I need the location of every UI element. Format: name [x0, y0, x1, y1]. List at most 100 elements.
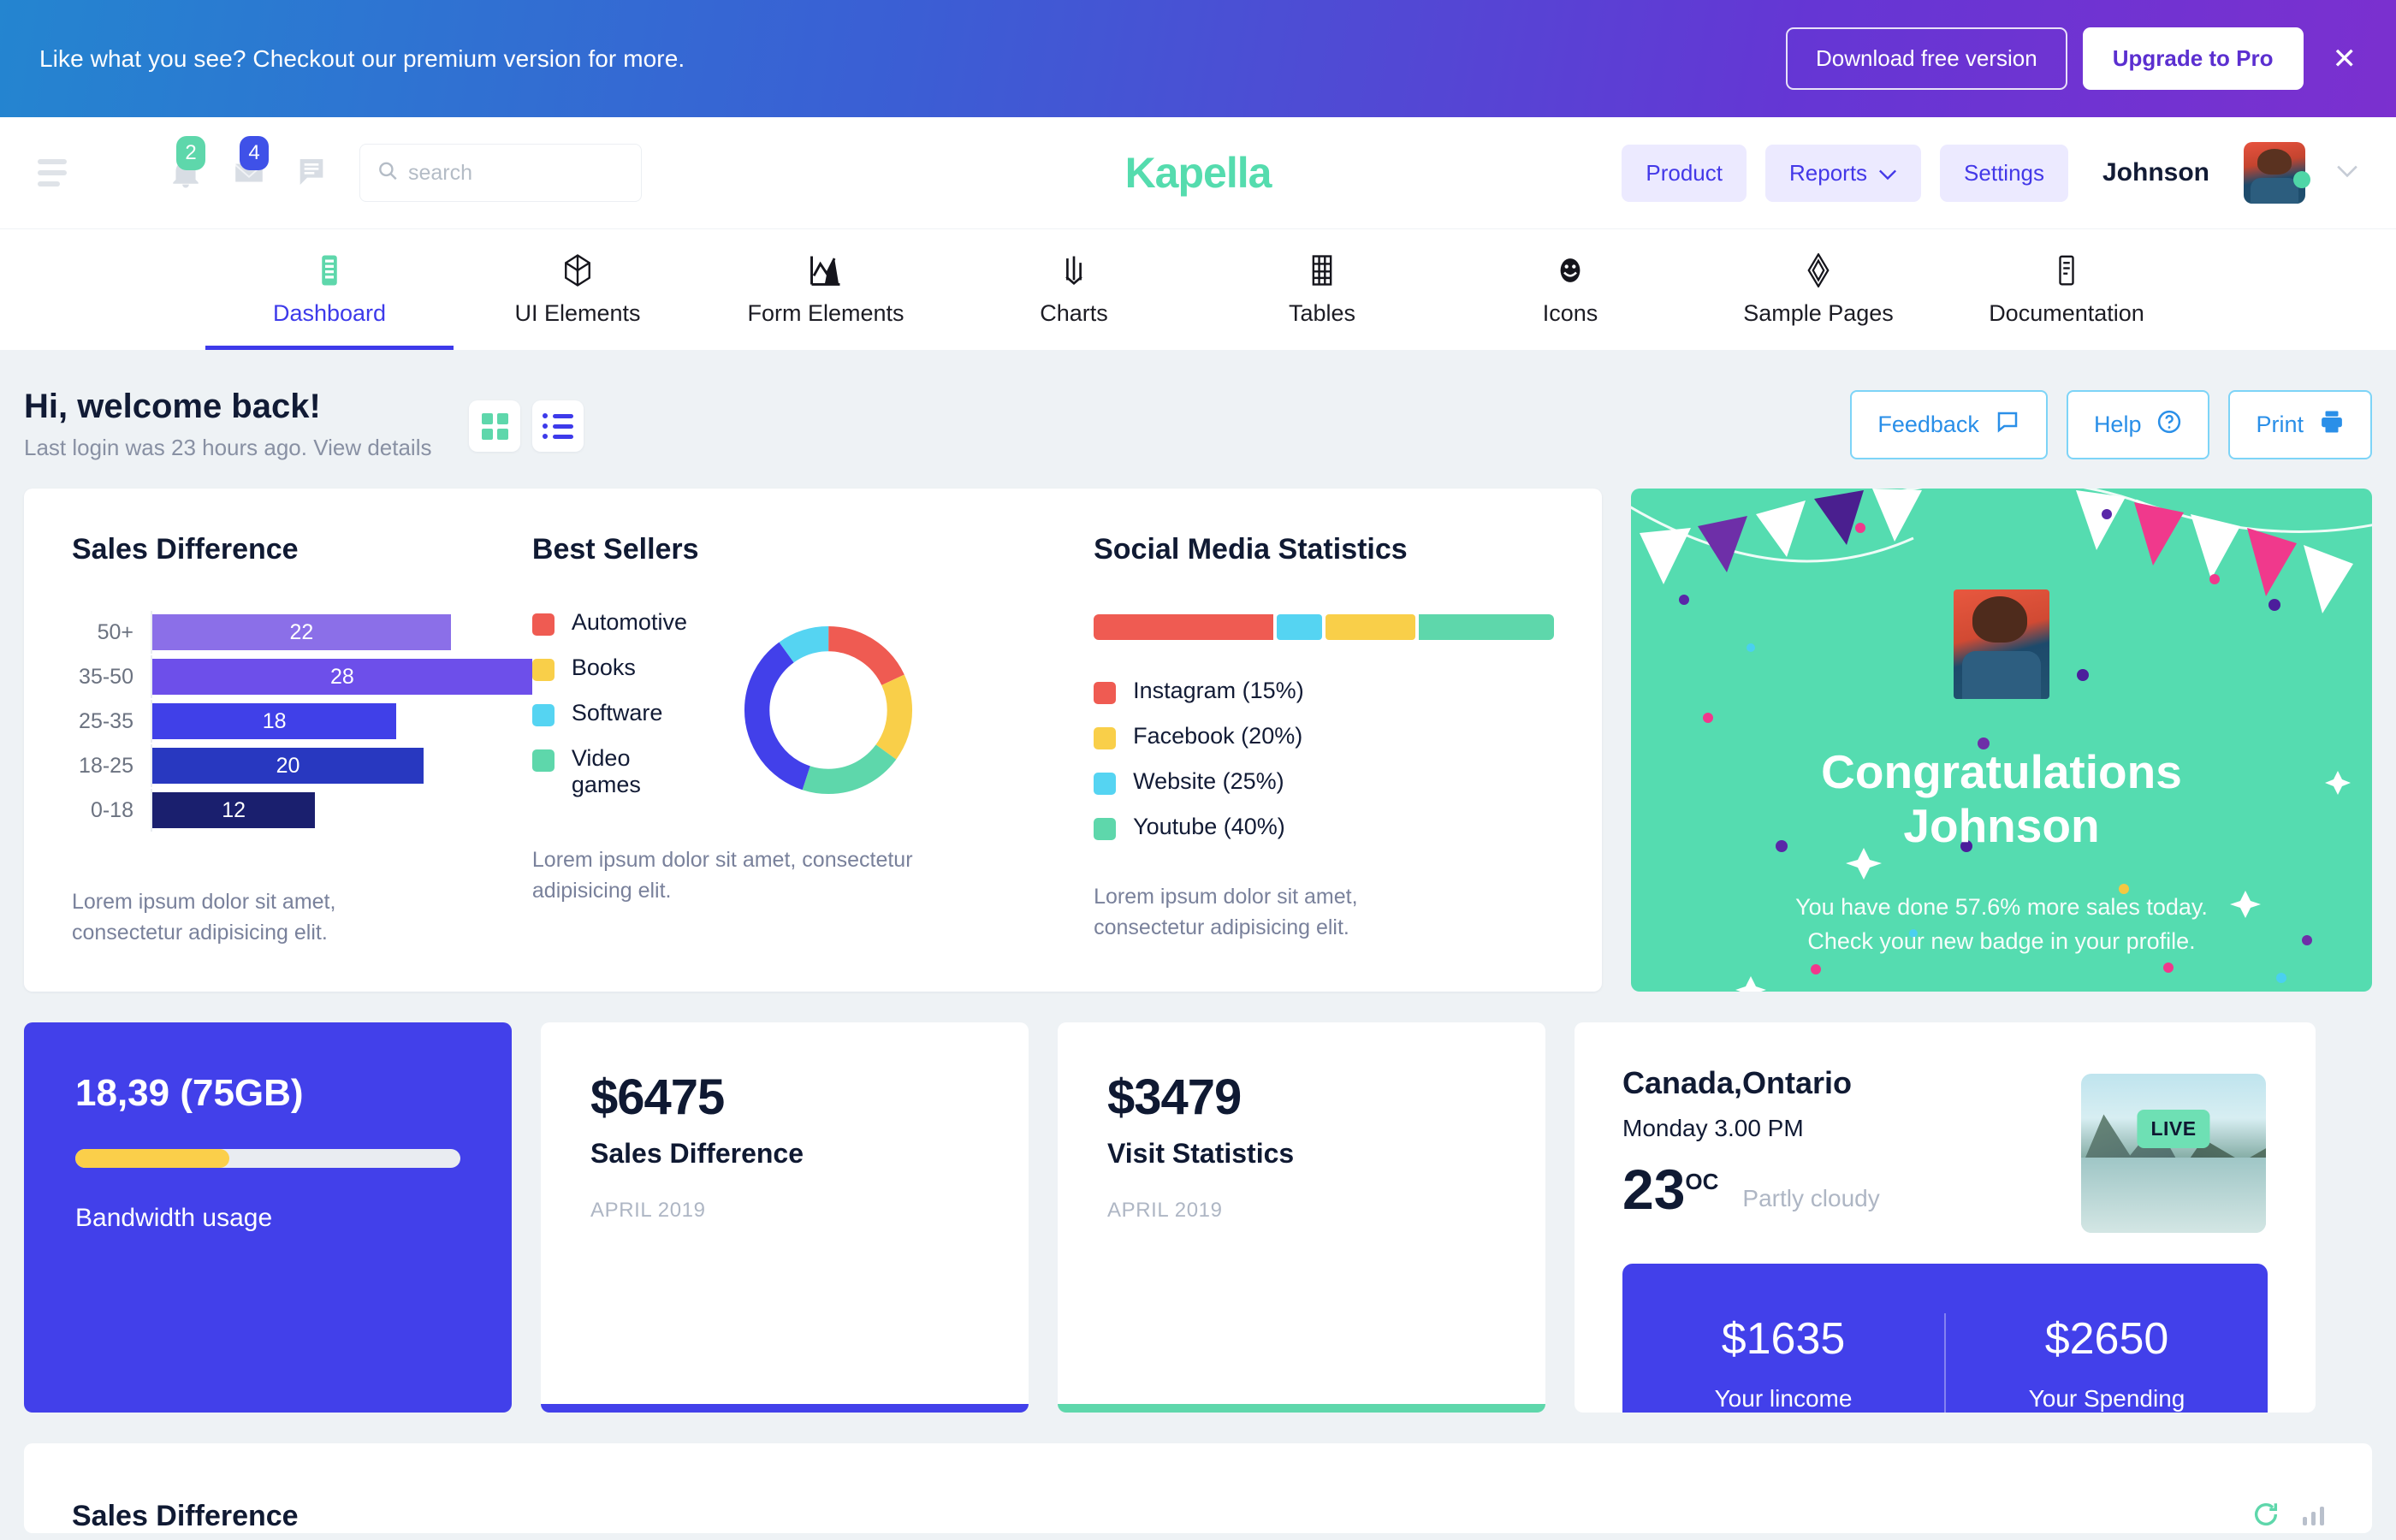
tab-documentation[interactable]: Documentation [1942, 229, 2191, 350]
avatar[interactable] [2244, 142, 2310, 204]
smiley-icon [1555, 252, 1586, 288]
spending-label: Your Spending [2028, 1384, 2185, 1412]
menu-toggle-icon[interactable] [38, 159, 67, 187]
upgrade-to-pro-button[interactable]: Upgrade to Pro [2082, 27, 2304, 90]
bottom-card-actions [2251, 1500, 2324, 1533]
tab-icons-label: Icons [1542, 300, 1598, 326]
dashboard-row-3: Sales Difference [24, 1442, 2372, 1533]
dashboard-row-2: 18,39 (75GB) Bandwidth usage $6475 Sales… [24, 1022, 2372, 1413]
legend-label: Facebook (20%) [1133, 723, 1303, 749]
bar-category-label: 50+ [97, 619, 133, 644]
help-button[interactable]: Help [2066, 389, 2210, 459]
nav-button-product-label: Product [1646, 159, 1723, 186]
printer-icon [2319, 410, 2345, 440]
bandwidth-value: 18,39 (75GB) [75, 1071, 304, 1114]
online-status-dot [2293, 171, 2310, 188]
user-name: Johnson [2102, 158, 2209, 187]
social-media-title: Social Media Statistics [1094, 533, 1408, 566]
legend-swatch [531, 659, 555, 681]
legend-label: Software [571, 700, 663, 726]
tab-tables[interactable]: Tables [1198, 229, 1446, 350]
grid-view-button[interactable] [469, 400, 521, 452]
legend-swatch [1094, 818, 1117, 840]
document-list-icon [317, 252, 342, 288]
legend-swatch [1094, 727, 1117, 749]
bar-category-label: 25-35 [79, 708, 133, 733]
best-sellers-legend: Automotive Books Software Video games [531, 609, 700, 798]
bar-track: 20 [151, 744, 532, 787]
social-media-lorem: Lorem ipsum dolor sit amet, consectetur … [1094, 885, 1358, 940]
tab-form-elements-label: Form Elements [747, 300, 904, 326]
search-input[interactable] [359, 144, 642, 202]
tab-sample-pages[interactable]: Sample Pages [1694, 229, 1942, 350]
bar-row: 35-50 28 [72, 655, 532, 698]
list-view-button[interactable] [532, 400, 584, 452]
congratulations-message-line1: You have done 57.6% more sales today. [1795, 893, 2208, 920]
weather-thumbnail: LIVE [2081, 1073, 2266, 1233]
tab-ui-elements[interactable]: UI Elements [454, 229, 702, 350]
best-sellers-content: Automotive Books Software Video games [531, 609, 1094, 808]
legend-swatch [531, 704, 555, 726]
lake-shape [2081, 1157, 2266, 1233]
tab-form-elements[interactable]: Form Elements [702, 229, 950, 350]
visit-statistics-value: $3479 [1107, 1069, 1242, 1125]
tab-icons[interactable]: Icons [1446, 229, 1694, 350]
bar-value: 22 [152, 614, 451, 650]
refresh-icon[interactable] [2251, 1500, 2280, 1533]
weather-condition: Partly cloudy [1742, 1184, 1880, 1211]
user-menu-chevron-down-icon[interactable] [2336, 164, 2358, 182]
bar-row: 0-18 12 [72, 789, 532, 832]
download-free-version-button[interactable]: Download free version [1786, 27, 2067, 90]
chevron-down-icon [1878, 160, 1897, 187]
bar-track: 12 [151, 789, 532, 832]
chat-bubble-icon [1995, 409, 2020, 441]
tab-charts[interactable]: Charts [950, 229, 1198, 350]
sales-difference-title: Sales Difference [72, 533, 299, 566]
chat-icon[interactable] [294, 153, 330, 192]
print-button[interactable]: Print [2228, 389, 2372, 459]
feedback-button-label: Feedback [1877, 411, 1979, 437]
legend-item: Facebook (20%) [1094, 723, 1554, 749]
bar-track: 28 [151, 655, 532, 698]
bar-value: 18 [152, 703, 397, 739]
app-logo[interactable]: Kapella [1125, 148, 1272, 198]
bar-category-label: 0-18 [90, 797, 133, 822]
social-media-legend: Instagram (15%) Facebook (20%) Website (25… [1094, 678, 1554, 840]
social-media-stacked-bar [1094, 614, 1554, 640]
tab-tables-label: Tables [1288, 300, 1356, 326]
messages-envelope-icon[interactable]: 4 [231, 136, 269, 192]
bandwidth-progress-bar [75, 1148, 460, 1168]
nav-button-settings[interactable]: Settings [1940, 144, 2068, 202]
tab-documentation-label: Documentation [1989, 300, 2144, 326]
income-spending-card: $1635 Your lincome $2650 Your Spending [1622, 1263, 2268, 1413]
tab-dashboard[interactable]: Dashboard [205, 229, 454, 350]
close-icon[interactable]: ✕ [2333, 44, 2357, 74]
legend-item: Automotive [531, 609, 700, 636]
weather-temperature-unit: OC [1685, 1168, 1719, 1194]
notifications-bell-icon[interactable]: 2 [168, 136, 205, 192]
header-right-group: Product Reports Settings Johnson [1622, 142, 2358, 204]
promo-banner: Like what you see? Checkout our premium … [0, 0, 2396, 117]
live-badge: LIVE [2137, 1109, 2210, 1148]
promo-message: Like what you see? Checkout our premium … [39, 44, 685, 72]
search-container [359, 144, 642, 202]
stacked-bar-segment [1094, 614, 1274, 640]
best-sellers-card: Best Sellers Automotive Books Software Vide… [531, 533, 1094, 949]
feedback-button[interactable]: Feedback [1850, 389, 2048, 459]
sales-difference-accent-bar [541, 1403, 1029, 1413]
income-value: $1635 [1721, 1313, 1846, 1364]
sales-difference-lorem: Lorem ipsum dolor sit amet, consectetur … [72, 890, 336, 945]
spending-block: $2650 Your Spending [1944, 1312, 2268, 1413]
sales-difference-bars: 50+ 22 35-50 28 25-35 18 18-25 20 0-18 12 [72, 611, 532, 832]
bar-row: 50+ 22 [72, 611, 532, 654]
legend-item: Instagram (15%) [1094, 678, 1554, 704]
analytics-icon [1059, 252, 1088, 288]
more-options-icon[interactable] [2303, 1507, 2324, 1525]
diamond-icon [1804, 252, 1833, 288]
message-badge: 4 [240, 136, 269, 170]
nav-button-product[interactable]: Product [1622, 144, 1747, 202]
help-button-label: Help [2093, 411, 2142, 437]
nav-button-reports[interactable]: Reports [1765, 144, 1922, 202]
main-tab-bar: Dashboard UI Elements Form Elements Char… [0, 228, 2396, 350]
legend-label: Video games [571, 745, 641, 797]
